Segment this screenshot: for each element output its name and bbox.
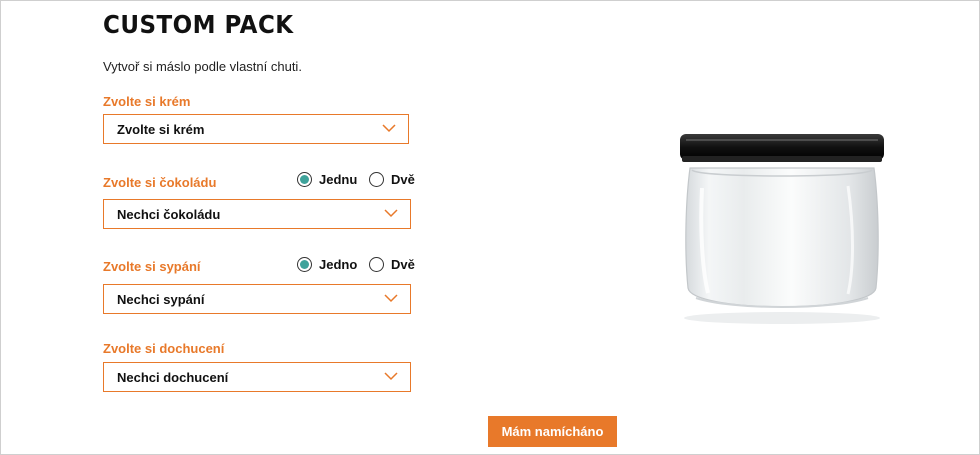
cream-label: Zvolte si krém <box>103 94 191 109</box>
chevron-down-icon <box>384 294 398 303</box>
chevron-down-icon <box>382 124 396 133</box>
topping-label: Zvolte si sypání <box>103 259 201 274</box>
chocolate-radio-two-label: Dvě <box>391 172 415 187</box>
radio-checked-icon <box>297 172 312 187</box>
topping-select[interactable]: Nechci sypání <box>103 284 411 314</box>
chocolate-radio-one-label: Jednu <box>319 172 358 187</box>
topping-radio-one[interactable]: Jedno <box>297 257 357 272</box>
topping-select-value: Nechci sypání <box>117 292 205 307</box>
glass-jar-image <box>680 134 884 324</box>
chocolate-radio-one[interactable]: Jednu <box>297 172 357 187</box>
topping-radio-two[interactable]: Dvě <box>369 257 415 272</box>
seasoning-label: Zvolte si dochucení <box>103 341 225 356</box>
topping-radio-two-label: Dvě <box>391 257 415 272</box>
page-title: CUSTOM PACK <box>103 10 294 39</box>
chocolate-label: Zvolte si čokoládu <box>103 175 217 190</box>
topping-radio-one-label: Jedno <box>319 257 358 272</box>
radio-unchecked-icon <box>369 257 384 272</box>
seasoning-select[interactable]: Nechci dochucení <box>103 362 411 392</box>
seasoning-select-value: Nechci dochucení <box>117 370 229 385</box>
page-subtitle: Vytvoř si máslo podle vlastní chuti. <box>103 59 302 74</box>
radio-checked-icon <box>297 257 312 272</box>
chevron-down-icon <box>384 372 398 381</box>
chocolate-select-value: Nechci čokoládu <box>117 207 221 222</box>
cream-select[interactable]: Zvolte si krém <box>103 114 409 144</box>
chevron-down-icon <box>384 209 398 218</box>
radio-unchecked-icon <box>369 172 384 187</box>
chocolate-radio-two[interactable]: Dvě <box>369 172 415 187</box>
submit-button[interactable]: Mám namícháno <box>488 416 617 447</box>
chocolate-select[interactable]: Nechci čokoládu <box>103 199 411 229</box>
cream-select-value: Zvolte si krém <box>117 122 205 137</box>
